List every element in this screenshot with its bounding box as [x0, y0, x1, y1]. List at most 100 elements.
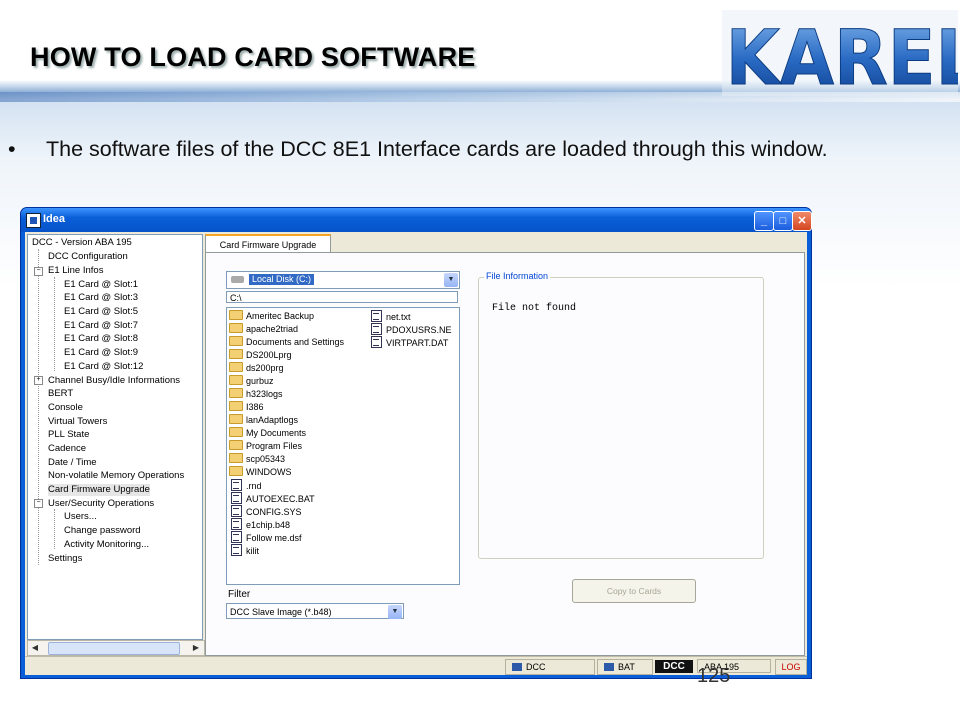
drive-select[interactable]: Local Disk (C:) ▼ [226, 271, 460, 289]
tree-item-user-security[interactable]: User/Security Operations [48, 498, 154, 510]
list-item[interactable]: kilit [231, 544, 259, 557]
tree-item-e1-line-infos[interactable]: E1 Line Infos [48, 265, 103, 277]
tree-item-card-firmware-upgrade[interactable]: Card Firmware Upgrade [48, 484, 150, 496]
tree-item-activity-monitoring[interactable]: Activity Monitoring... [64, 539, 149, 551]
list-item[interactable]: WINDOWS [229, 466, 292, 478]
tree-item-change-password[interactable]: Change password [64, 525, 141, 537]
tree-item-e1-slot-3[interactable]: E1 Card @ Slot:3 [64, 292, 138, 304]
close-button[interactable]: ✕ [792, 211, 812, 231]
app-icon [26, 213, 41, 228]
file-icon [371, 336, 382, 348]
status-dcc: DCC [505, 659, 595, 675]
expand-icon[interactable]: + [34, 376, 43, 385]
karel-logo: KAREL [722, 10, 958, 96]
folder-icon [229, 310, 243, 320]
tree-item-pll-state[interactable]: PLL State [48, 429, 89, 441]
file-icon [231, 492, 242, 504]
folder-icon [229, 427, 243, 437]
tree-line [54, 277, 55, 371]
slide-title: HOW TO LOAD CARD SOFTWARE [30, 42, 476, 72]
filter-label: Filter [228, 589, 251, 600]
list-item[interactable]: ds200prg [229, 362, 284, 374]
collapse-icon[interactable]: − [34, 267, 43, 276]
list-item[interactable]: Follow me.dsf [231, 531, 302, 544]
file-icon [231, 505, 242, 517]
list-item[interactable]: Ameritec Backup [229, 310, 314, 322]
list-item[interactable]: e1chip.b48 [231, 518, 290, 531]
tree-item-dcc-configuration[interactable]: DCC Configuration [48, 251, 128, 263]
filter-select-value: DCC Slave Image (*.b48) [230, 607, 332, 617]
svg-text:KAREL: KAREL [726, 14, 958, 96]
file-icon [371, 310, 382, 322]
file-icon [231, 544, 242, 556]
folder-icon [229, 375, 243, 385]
folder-icon [229, 401, 243, 411]
tree-horizontal-scrollbar[interactable]: ◀ ▶ [27, 640, 205, 656]
tree-item-channel-busy-idle[interactable]: Channel Busy/Idle Informations [48, 375, 180, 387]
list-item[interactable]: My Documents [229, 427, 306, 439]
folder-icon [229, 414, 243, 424]
drive-select-value: Local Disk (C:) [249, 274, 315, 285]
tree-item-users[interactable]: Users... [64, 511, 97, 523]
tree-item-nvm-operations[interactable]: Non-volatile Memory Operations [48, 470, 184, 482]
tree-item-e1-slot-7[interactable]: E1 Card @ Slot:7 [64, 320, 138, 332]
tree-item-cadence[interactable]: Cadence [48, 443, 86, 455]
folder-icon [229, 336, 243, 346]
list-item[interactable]: DS200Lprg [229, 349, 292, 361]
dcc-badge: DCC [655, 660, 693, 673]
tree-line [54, 509, 55, 549]
list-item[interactable]: VIRTPART.DAT [371, 336, 448, 349]
chevron-down-icon[interactable]: ▼ [444, 273, 458, 287]
folder-icon [229, 362, 243, 372]
filter-select[interactable]: DCC Slave Image (*.b48) ▼ [226, 603, 404, 619]
tree-item-e1-slot-12[interactable]: E1 Card @ Slot:12 [64, 361, 143, 373]
tree-item-e1-slot-5[interactable]: E1 Card @ Slot:5 [64, 306, 138, 318]
folder-icon [229, 453, 243, 463]
minimize-button[interactable]: _ [754, 211, 774, 231]
scroll-left-icon[interactable]: ◀ [29, 642, 41, 653]
window-client: DCC - Version ABA 195 DCC Configuration … [25, 232, 807, 675]
copy-to-cards-button[interactable]: Copy to Cards [572, 579, 696, 603]
window-title: Idea [43, 213, 66, 225]
file-information-label: File Information [484, 271, 551, 281]
list-item[interactable]: h323logs [229, 388, 283, 400]
navigation-tree: DCC - Version ABA 195 DCC Configuration … [27, 234, 203, 640]
file-list[interactable]: Ameritec Backup apache2triad Documents a… [226, 307, 460, 585]
folder-icon [229, 440, 243, 450]
window-titlebar[interactable]: Idea _ □ ✕ [21, 208, 812, 232]
list-item[interactable]: CONFIG.SYS [231, 505, 302, 518]
scrollbar-thumb[interactable] [48, 642, 180, 655]
tree-item-e1-slot-9[interactable]: E1 Card @ Slot:9 [64, 347, 138, 359]
list-item[interactable]: apache2triad [229, 323, 298, 335]
folder-icon [229, 466, 243, 476]
chevron-down-icon[interactable]: ▼ [388, 605, 402, 619]
list-item[interactable]: net.txt [371, 310, 411, 323]
tree-item-console[interactable]: Console [48, 402, 83, 414]
collapse-icon[interactable]: − [34, 499, 43, 508]
folder-icon [229, 349, 243, 359]
status-bat: BAT [597, 659, 653, 675]
list-item[interactable]: gurbuz [229, 375, 274, 387]
tree-root[interactable]: DCC - Version ABA 195 [32, 237, 132, 249]
list-item[interactable]: .rnd [231, 479, 262, 492]
file-icon [231, 479, 242, 491]
file-icon [371, 323, 382, 335]
tree-item-bert[interactable]: BERT [48, 388, 73, 400]
tree-item-date-time[interactable]: Date / Time [48, 457, 97, 469]
scroll-right-icon[interactable]: ▶ [190, 642, 202, 653]
maximize-button[interactable]: □ [773, 211, 793, 231]
tree-item-e1-slot-1[interactable]: E1 Card @ Slot:1 [64, 279, 138, 291]
connection-icon [512, 663, 522, 671]
list-item[interactable]: Program Files [229, 440, 302, 452]
list-item[interactable]: AUTOEXEC.BAT [231, 492, 315, 505]
list-item[interactable]: scp05343 [229, 453, 285, 465]
tree-item-virtual-towers[interactable]: Virtual Towers [48, 416, 107, 428]
tab-card-firmware-upgrade[interactable]: Card Firmware Upgrade [205, 234, 331, 254]
list-item[interactable]: PDOXUSRS.NE [371, 323, 452, 336]
list-item[interactable]: I386 [229, 401, 264, 413]
list-item[interactable]: lanAdaptlogs [229, 414, 298, 426]
tree-item-settings[interactable]: Settings [48, 553, 82, 565]
list-item[interactable]: Documents and Settings [229, 336, 344, 348]
tree-item-e1-slot-8[interactable]: E1 Card @ Slot:8 [64, 333, 138, 345]
folder-icon [229, 388, 243, 398]
